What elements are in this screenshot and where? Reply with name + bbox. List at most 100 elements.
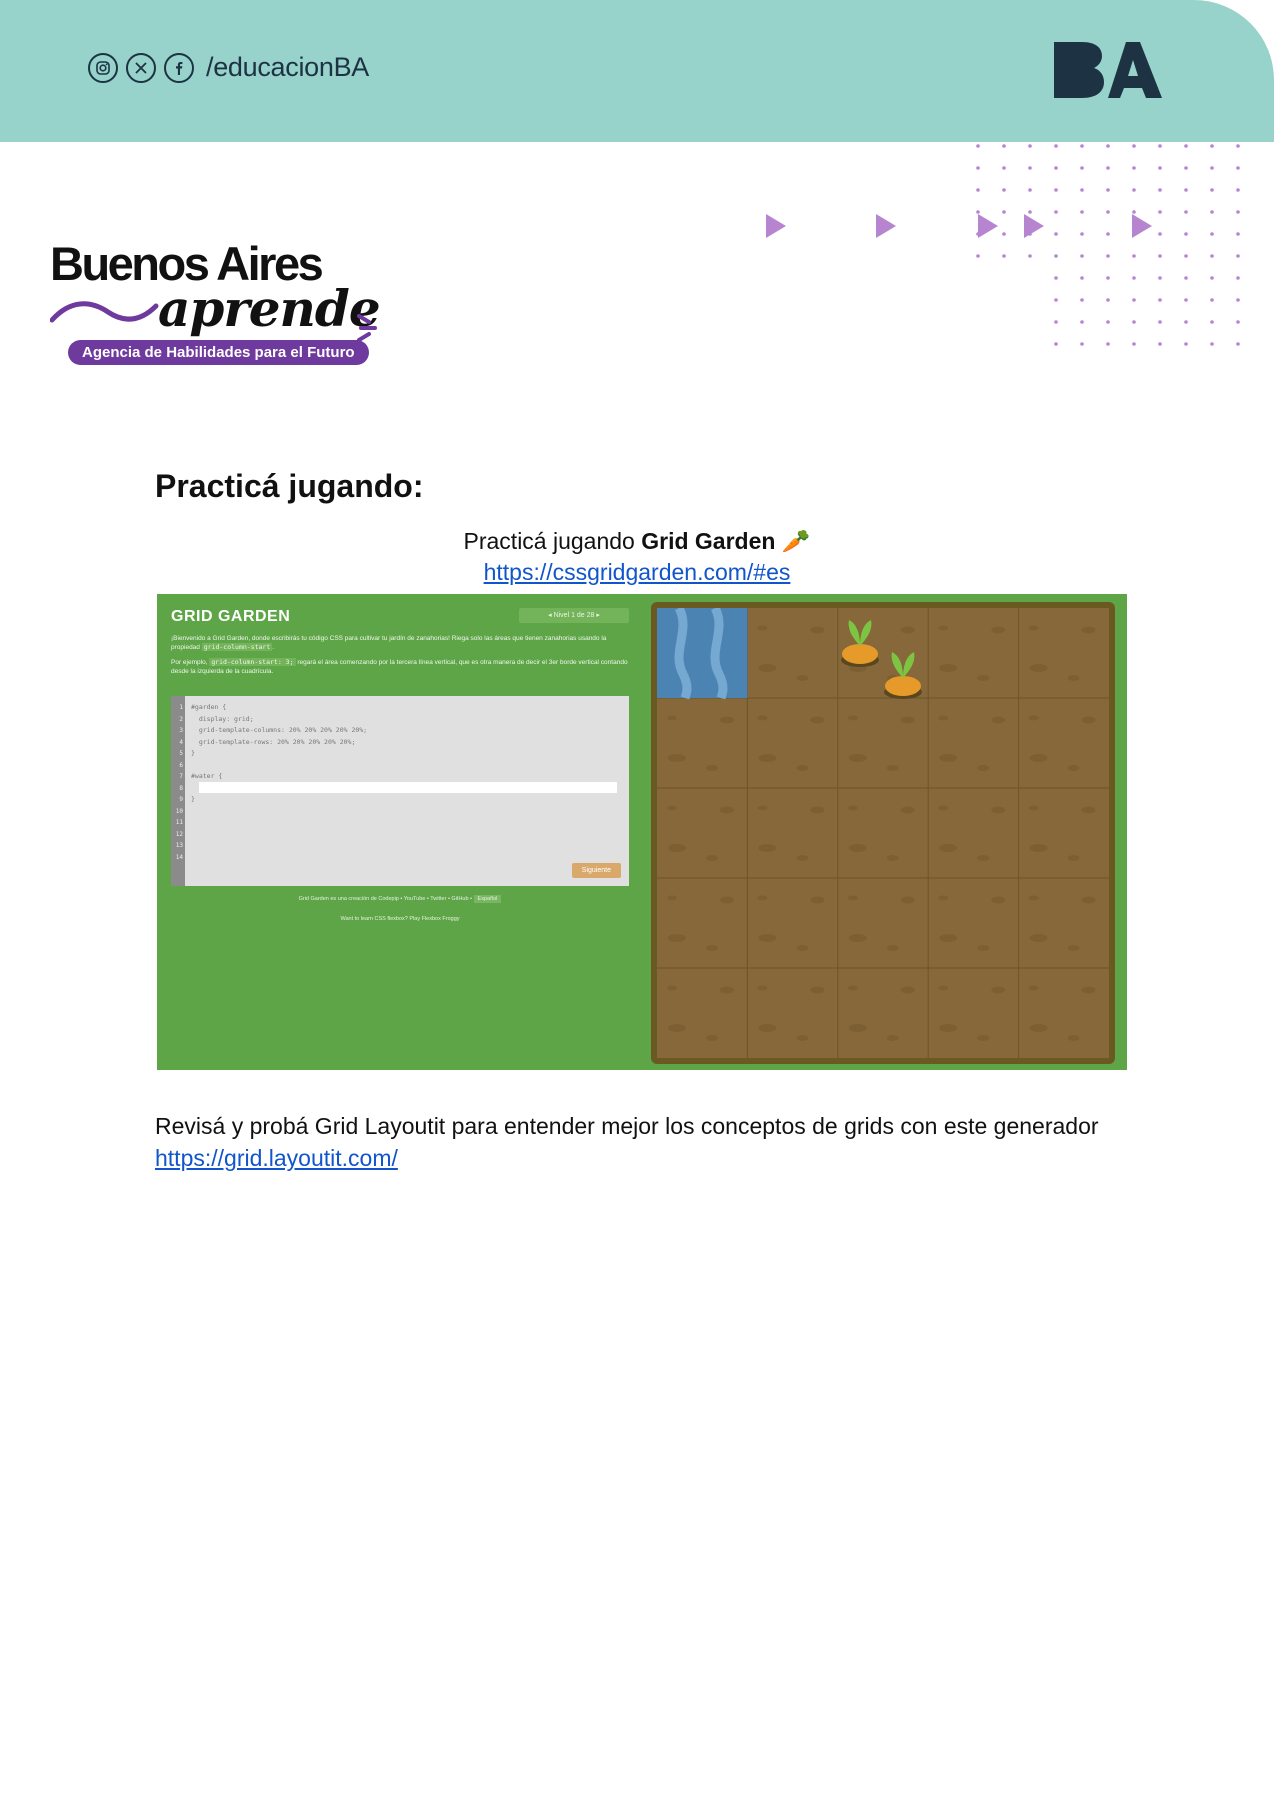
decorative-pattern [766, 144, 1240, 346]
decor-dot [1236, 320, 1240, 324]
decor-dot [1132, 254, 1136, 258]
decor-dot [1158, 232, 1162, 236]
decor-dot [1184, 232, 1188, 236]
decor-dot [1054, 320, 1058, 324]
x-icon[interactable] [126, 52, 156, 83]
code-line: #garden { [191, 703, 227, 711]
garden-grid [657, 608, 1109, 1058]
decor-dot [1106, 210, 1110, 214]
game-footer: Grid Garden es una creación de Codepip •… [171, 895, 629, 903]
section-title: Practicá jugando: [155, 468, 424, 504]
decor-dot [1210, 254, 1214, 258]
decor-dot [1184, 342, 1188, 346]
code-line: #water { [191, 772, 223, 780]
game-link-line: https://cssgridgarden.com/#es [0, 559, 1274, 586]
code-line: } [191, 795, 195, 803]
decor-dot [1236, 210, 1240, 214]
header-band: /educacionBA [0, 0, 1274, 142]
decor-dot [1028, 166, 1032, 170]
ba-logo [1054, 42, 1162, 98]
decor-dot [1132, 276, 1136, 280]
layoutit-link[interactable]: https://grid.layoutit.com/ [155, 1145, 398, 1171]
decor-dot [1210, 188, 1214, 192]
decor-dot [1106, 254, 1110, 258]
decor-dot [1028, 144, 1032, 148]
decor-dot [1080, 276, 1084, 280]
footer-credits: Grid Garden es una creación de Codepip •… [298, 896, 472, 902]
decor-dot [1132, 342, 1136, 346]
decor-dot [1236, 254, 1240, 258]
decor-dot [1028, 188, 1032, 192]
instagram-icon[interactable] [88, 52, 118, 83]
decor-dot [1132, 166, 1136, 170]
instructions-text-2a: Por ejemplo, [171, 659, 208, 666]
decor-dot [1080, 320, 1084, 324]
decor-dot [1210, 342, 1214, 346]
intro-line: Practicá jugando Grid Garden 🥕 [0, 528, 1274, 555]
intro-prefix: Practicá jugando [463, 528, 642, 554]
decor-dot [1158, 188, 1162, 192]
decor-dot [1210, 166, 1214, 170]
decor-dot [1184, 188, 1188, 192]
decor-dot [1002, 254, 1006, 258]
decor-dot [1002, 144, 1006, 148]
instructions-code-1: grid-column-start [201, 643, 273, 651]
decor-dot [1054, 276, 1058, 280]
paragraph-text: Revisá y probá Grid Layoutit para entend… [155, 1113, 1099, 1139]
decor-dot [1158, 166, 1162, 170]
decor-dot [1080, 232, 1084, 236]
carrot-emoji: 🥕 [781, 528, 811, 554]
decor-dot [1210, 210, 1214, 214]
decor-dot [1236, 298, 1240, 302]
decor-dot [1236, 342, 1240, 346]
decor-dot [1002, 166, 1006, 170]
language-selector[interactable]: Español [473, 895, 502, 903]
layoutit-paragraph: Revisá y probá Grid Layoutit para entend… [155, 1110, 1135, 1174]
code-line: display: grid; [191, 714, 254, 723]
decor-dot [976, 166, 980, 170]
facebook-icon[interactable] [164, 52, 194, 83]
decor-dot [1184, 298, 1188, 302]
css-editor: 12 34 56 78 9 10 11 12 13 14 #garden { disp… [171, 696, 629, 886]
decor-dot [1106, 276, 1110, 280]
garden-board [651, 602, 1115, 1064]
decor-dot [1054, 210, 1058, 214]
level-indicator[interactable]: Nivel 1 de 28 [554, 612, 595, 619]
decor-dot [1080, 188, 1084, 192]
game-title: GRID GARDEN [171, 608, 291, 625]
social-handle[interactable]: /educacionBA [206, 52, 369, 83]
decor-dot [1236, 144, 1240, 148]
level-selector[interactable]: ◂ Nivel 1 de 28 ▸ [519, 608, 629, 623]
decor-dot [1158, 320, 1162, 324]
decor-dot [1210, 232, 1214, 236]
decor-dot [1106, 188, 1110, 192]
brand-swoosh [50, 301, 159, 323]
grid-garden-screenshot: GRID GARDEN ◂ Nivel 1 de 28 ▸ ¡Bienvenid… [157, 594, 1127, 1070]
decor-dot [1236, 166, 1240, 170]
decor-dot [1132, 188, 1136, 192]
decor-dot [1028, 210, 1032, 214]
decor-dot [1054, 166, 1058, 170]
css-answer-input[interactable] [199, 782, 617, 793]
next-level-icon[interactable]: ▸ [596, 612, 600, 619]
level-instructions: ¡Bienvenido a Grid Garden, donde escribi… [171, 635, 628, 675]
decor-dot [1080, 342, 1084, 346]
decor-dot [1106, 320, 1110, 324]
social-links: /educacionBA [88, 52, 369, 83]
code-line: grid-template-rows: 20% 20% 20% 20% 20%; [191, 737, 356, 746]
water-cell [657, 608, 748, 700]
decor-dot [1080, 298, 1084, 302]
decor-dot [1184, 254, 1188, 258]
decor-dot [1002, 210, 1006, 214]
grid-garden-link[interactable]: https://cssgridgarden.com/#es [484, 559, 791, 585]
line-numbers: 12 34 56 78 9 10 11 12 13 14 [171, 696, 185, 886]
decor-dot [1054, 342, 1058, 346]
decor-dot [1184, 210, 1188, 214]
decor-dot [1132, 232, 1136, 236]
next-button[interactable]: Siguiente [571, 863, 621, 878]
prev-level-icon[interactable]: ◂ [548, 612, 552, 619]
decor-dot [1132, 210, 1136, 214]
decor-dot [976, 210, 980, 214]
decor-dot [1158, 210, 1162, 214]
